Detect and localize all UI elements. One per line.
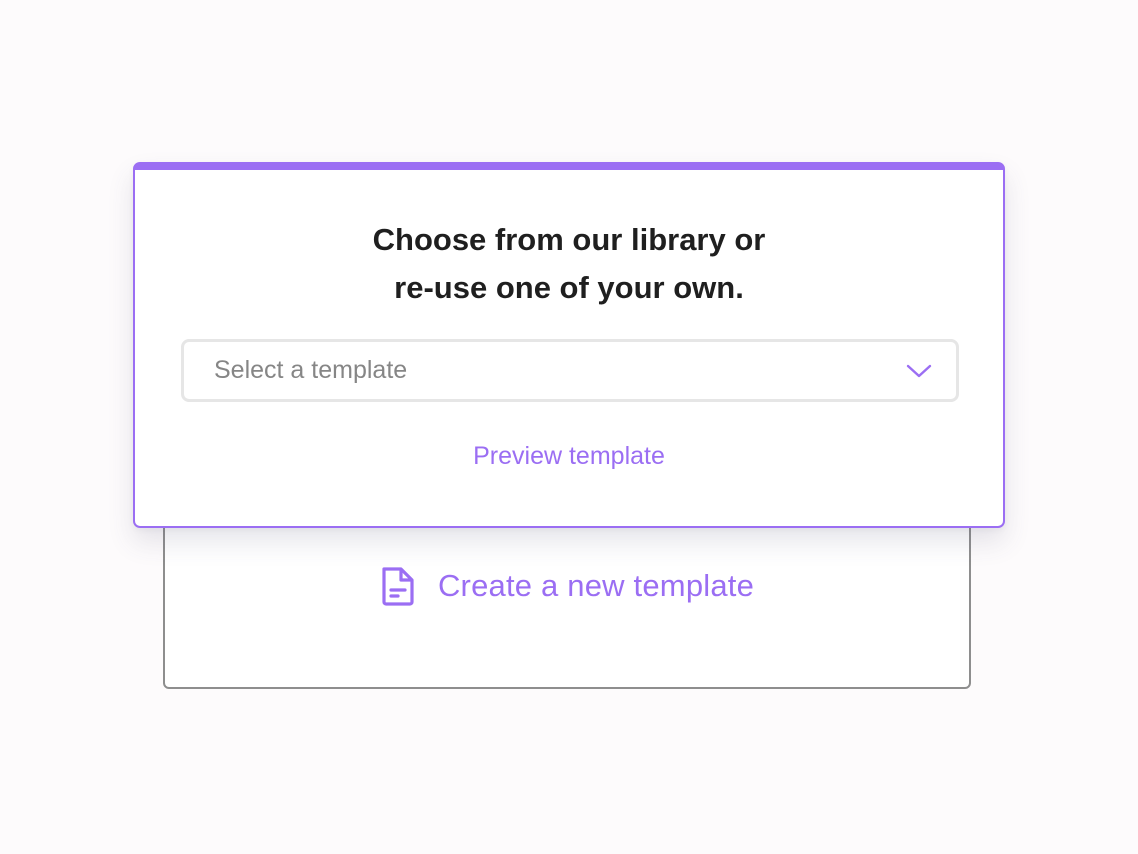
picker-heading: Choose from our library or re-use one of… bbox=[135, 216, 1003, 312]
create-template-label: Create a new template bbox=[437, 568, 755, 603]
picker-heading-line1: Choose from our library or bbox=[372, 222, 766, 257]
document-icon bbox=[382, 567, 414, 606]
chevron-down-icon bbox=[906, 364, 932, 377]
preview-template-container: Preview template bbox=[135, 442, 1003, 471]
picker-heading-line2: re-use one of your own. bbox=[394, 270, 744, 305]
template-select-placeholder: Select a template bbox=[214, 356, 408, 384]
template-select[interactable]: Select a template bbox=[181, 339, 959, 402]
preview-template-link[interactable]: Preview template bbox=[473, 442, 665, 471]
template-picker-card: Choose from our library or re-use one of… bbox=[133, 162, 1005, 528]
create-template-button[interactable]: Create a new template bbox=[165, 560, 969, 612]
